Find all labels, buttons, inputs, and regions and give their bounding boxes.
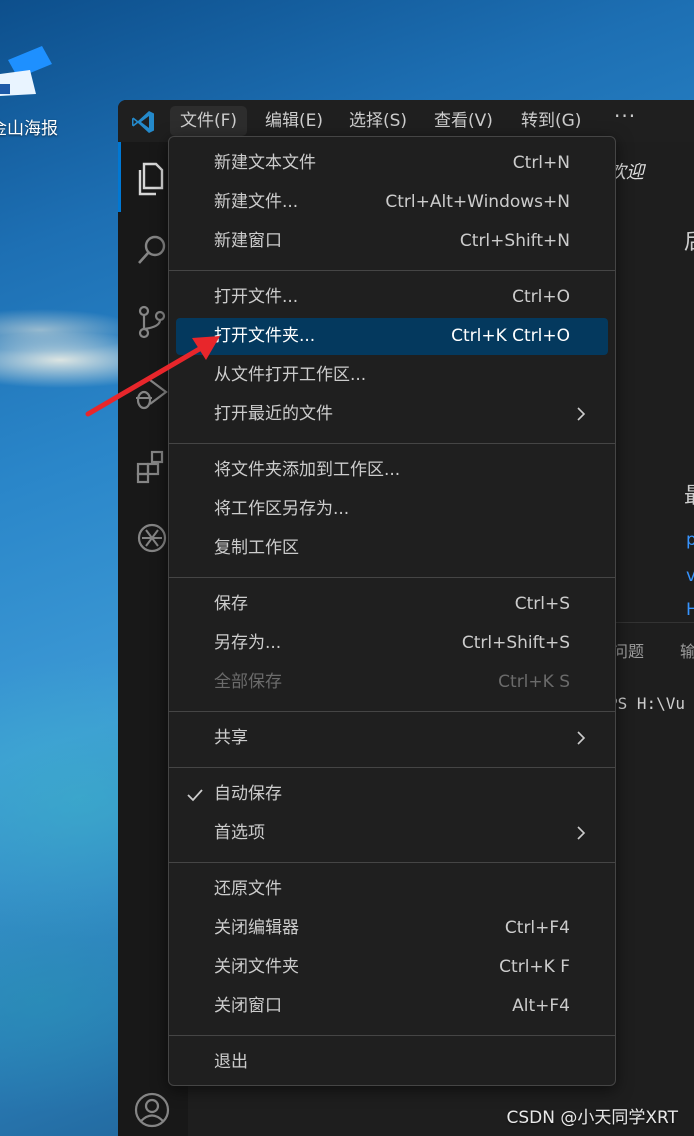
menu-item-label: 将文件夹添加到工作区... bbox=[214, 460, 401, 480]
menu-item-shortcut: Ctrl+K S bbox=[498, 672, 570, 692]
recent-link[interactable]: H bbox=[686, 600, 694, 620]
menu-item-shortcut: Ctrl+F4 bbox=[504, 918, 570, 938]
menu-item[interactable]: 新建文本文件 Ctrl+N bbox=[176, 145, 608, 182]
welcome-start-heading: 后 bbox=[684, 224, 694, 256]
menu-go[interactable]: 转到(G) bbox=[511, 106, 591, 136]
chevron-right-icon bbox=[577, 407, 586, 421]
search-icon[interactable] bbox=[132, 230, 172, 270]
menu-item[interactable]: 将文件夹添加到工作区... bbox=[176, 452, 608, 489]
file-menu-dropdown: 新建文本文件 Ctrl+N 新建文件... Ctrl+Alt+Windows+N 新建窗… bbox=[168, 136, 616, 1086]
menu-separator bbox=[169, 862, 615, 863]
menu-item-shortcut: Ctrl+Shift+N bbox=[459, 231, 570, 251]
menu-item[interactable]: 打开最近的文件 bbox=[176, 396, 608, 433]
menu-item[interactable]: 复制工作区 bbox=[176, 530, 608, 567]
menu-item[interactable]: 共享 bbox=[176, 720, 608, 757]
menu-item[interactable]: 将工作区另存为... bbox=[176, 491, 608, 528]
menu-item-label: 复制工作区 bbox=[214, 538, 299, 558]
menu-item-label: 将工作区另存为... bbox=[214, 499, 350, 519]
tab-output[interactable]: 输 bbox=[680, 638, 694, 662]
check-icon bbox=[187, 789, 203, 802]
menu-item-shortcut: Alt+F4 bbox=[512, 996, 570, 1016]
welcome-recent-heading: 最 bbox=[684, 478, 694, 510]
menu-item-label: 打开文件... bbox=[214, 287, 299, 307]
menu-item[interactable]: 新建窗口 Ctrl+Shift+N bbox=[176, 223, 608, 260]
menu-item-shortcut: Ctrl+Alt+Windows+N bbox=[385, 192, 570, 212]
tab-problems[interactable]: 问题 bbox=[612, 638, 644, 662]
menu-view[interactable]: 查看(V) bbox=[424, 106, 503, 136]
menu-separator bbox=[169, 711, 615, 712]
menu-item-shortcut: Ctrl+K F bbox=[499, 957, 570, 977]
more-menu-button[interactable]: ··· bbox=[614, 104, 636, 128]
menu-file[interactable]: 文件(F) bbox=[170, 106, 248, 136]
menu-item[interactable]: 打开文件... Ctrl+O bbox=[176, 279, 608, 316]
menu-separator bbox=[169, 270, 615, 271]
terminal-prompt: PS H:\Vu bbox=[608, 694, 686, 713]
menu-item-shortcut: Ctrl+K Ctrl+O bbox=[451, 326, 570, 346]
menu-item-label: 新建文件... bbox=[214, 192, 299, 212]
menu-item: 全部保存 Ctrl+K S bbox=[176, 664, 608, 701]
menu-item[interactable]: 另存为... Ctrl+Shift+S bbox=[176, 625, 608, 662]
menu-item-label: 另存为... bbox=[214, 633, 282, 653]
menu-item[interactable]: 关闭编辑器 Ctrl+F4 bbox=[176, 910, 608, 947]
menu-separator bbox=[169, 767, 615, 768]
menu-item-label: 还原文件 bbox=[214, 879, 282, 899]
desktop-icon-label[interactable]: 金山海报 bbox=[0, 114, 58, 139]
menu-item-label: 关闭文件夹 bbox=[214, 957, 299, 977]
watermark: CSDN @小天同学XRT bbox=[506, 1108, 678, 1128]
menu-item-shortcut: Ctrl+S bbox=[514, 594, 570, 614]
menu-item[interactable]: 关闭文件夹 Ctrl+K F bbox=[176, 949, 608, 986]
menu-separator bbox=[169, 443, 615, 444]
menu-item-label: 新建文本文件 bbox=[214, 153, 316, 173]
vscode-logo-icon bbox=[132, 111, 154, 133]
menu-selection[interactable]: 选择(S) bbox=[339, 106, 417, 136]
menu-item-shortcut: Ctrl+N bbox=[512, 153, 570, 173]
menu-separator bbox=[169, 1035, 615, 1036]
menu-item-label: 首选项 bbox=[214, 823, 265, 843]
recent-link[interactable]: v bbox=[686, 566, 694, 586]
active-indicator bbox=[118, 142, 121, 212]
menu-item[interactable]: 从文件打开工作区... bbox=[176, 357, 608, 394]
menu-item-label: 全部保存 bbox=[214, 672, 282, 692]
menu-item-shortcut: Ctrl+Shift+S bbox=[461, 633, 570, 653]
menu-item-label: 退出 bbox=[214, 1052, 248, 1072]
extensions-icon[interactable] bbox=[132, 446, 172, 486]
account-icon[interactable] bbox=[132, 1090, 172, 1130]
annotation-arrow-icon bbox=[85, 336, 220, 417]
menu-item[interactable]: 打开文件夹... Ctrl+K Ctrl+O bbox=[176, 318, 608, 355]
menu-item[interactable]: 还原文件 bbox=[176, 871, 608, 908]
menu-item-label: 新建窗口 bbox=[214, 231, 282, 251]
menu-item-shortcut: Ctrl+O bbox=[512, 287, 570, 307]
menu-separator bbox=[169, 577, 615, 578]
app-shortcut-icon[interactable] bbox=[0, 40, 60, 100]
menu-edit[interactable]: 编辑(E) bbox=[255, 106, 333, 136]
recent-link[interactable]: p bbox=[686, 530, 694, 550]
menu-item[interactable]: 关闭窗口 Alt+F4 bbox=[176, 988, 608, 1025]
menu-item[interactable]: 退出 bbox=[176, 1044, 608, 1081]
menu-item-label: 自动保存 bbox=[214, 784, 282, 804]
menu-item-label: 关闭窗口 bbox=[214, 996, 282, 1016]
menu-item[interactable]: 首选项 bbox=[176, 815, 608, 852]
explorer-icon[interactable] bbox=[132, 158, 172, 198]
chevron-right-icon bbox=[577, 731, 586, 745]
menu-item-label: 关闭编辑器 bbox=[214, 918, 299, 938]
menu-item-label: 共享 bbox=[214, 728, 248, 748]
menu-item[interactable]: 自动保存 bbox=[176, 776, 608, 813]
menu-item-label: 保存 bbox=[214, 594, 248, 614]
menu-item[interactable]: 保存 Ctrl+S bbox=[176, 586, 608, 623]
chatgpt-icon[interactable] bbox=[132, 518, 172, 558]
menu-item[interactable]: 新建文件... Ctrl+Alt+Windows+N bbox=[176, 184, 608, 221]
chevron-right-icon bbox=[577, 826, 586, 840]
